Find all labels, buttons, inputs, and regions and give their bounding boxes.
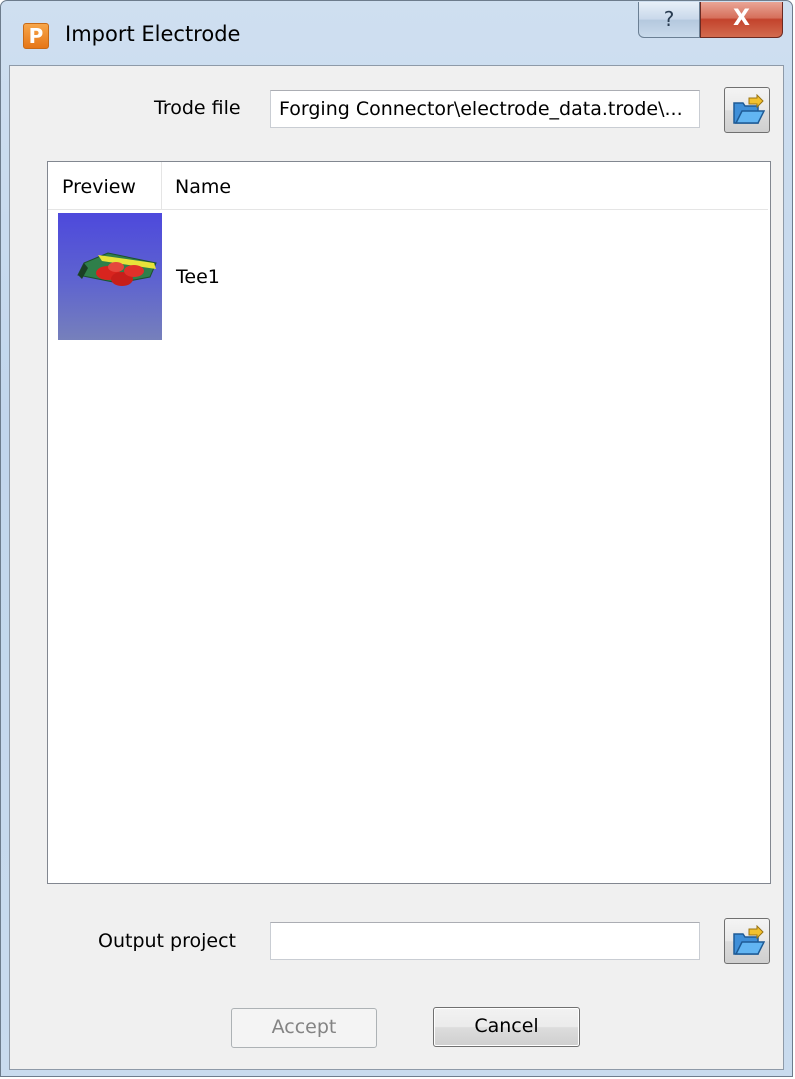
output-project-browse-button[interactable] — [724, 918, 770, 964]
trode-file-browse-button[interactable] — [724, 87, 770, 133]
trode-file-label: Trode file — [154, 97, 241, 119]
accept-button[interactable]: Accept — [231, 1008, 377, 1048]
help-button[interactable]: ? — [638, 2, 700, 38]
close-icon: X — [733, 6, 750, 31]
window-title: Import Electrode — [65, 22, 241, 46]
dialog-body: Trode file ...\Forging Connector\electro… — [9, 65, 784, 1070]
electrode-name: Tee1 — [176, 266, 220, 288]
list-header: Preview Name — [48, 162, 768, 210]
folder-open-icon — [733, 94, 765, 124]
electrode-model-image — [77, 252, 157, 286]
title-bar[interactable]: P Import Electrode ? X — [1, 1, 792, 65]
list-item[interactable]: Tee1 — [48, 210, 768, 340]
electrode-preview-thumbnail — [58, 213, 162, 340]
output-project-input[interactable] — [270, 922, 700, 960]
output-project-label: Output project — [98, 930, 236, 952]
close-button[interactable]: X — [700, 2, 783, 38]
column-header-preview[interactable]: Preview — [48, 162, 162, 209]
folder-open-icon — [733, 925, 765, 955]
electrode-list[interactable]: Preview Name Tee1 — [47, 161, 771, 884]
help-icon: ? — [663, 7, 675, 31]
import-electrode-dialog: P Import Electrode ? X Trode file ...\Fo… — [0, 0, 793, 1077]
app-icon: P — [23, 23, 49, 49]
trode-file-input[interactable]: ...\Forging Connector\electrode_data.tro… — [270, 90, 700, 128]
cancel-button[interactable]: Cancel — [433, 1007, 580, 1047]
trode-file-value: ...\Forging Connector\electrode_data.tro… — [279, 98, 683, 120]
column-header-name[interactable]: Name — [162, 162, 768, 209]
